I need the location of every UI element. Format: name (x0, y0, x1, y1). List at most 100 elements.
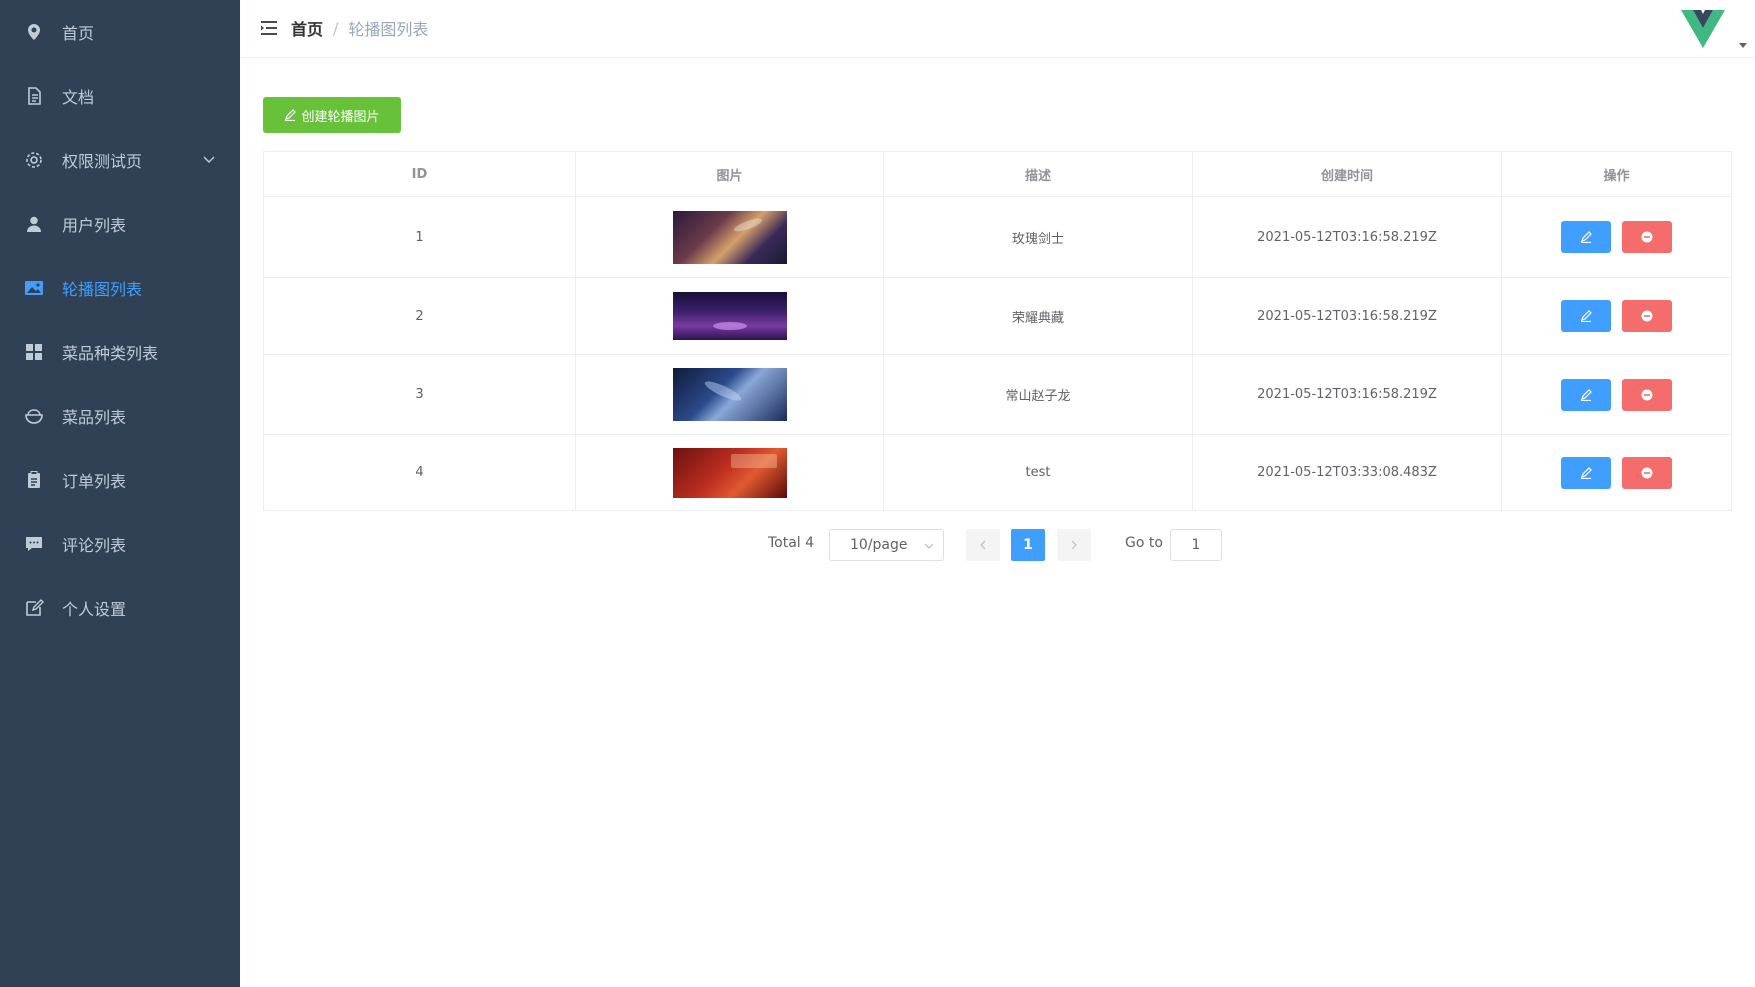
table-header: ID 图片 描述 创建时间 操作 (264, 152, 1731, 197)
document-icon (24, 86, 44, 106)
bowl-icon (24, 406, 44, 426)
sidebar-item-label: 轮播图列表 (62, 280, 143, 299)
delete-button[interactable] (1622, 300, 1672, 332)
sidebar-item-settings[interactable]: 个人设置 (0, 576, 240, 640)
sidebar-item-label: 订单列表 (62, 472, 127, 491)
page-number-button[interactable]: 1 (1011, 529, 1045, 561)
edit-button[interactable] (1561, 378, 1611, 411)
cell-actions (1502, 197, 1731, 277)
table-row: 1 玫瑰剑士 2021-05-12T03:16:58.219Z (264, 197, 1731, 278)
cell-id: 3 (264, 355, 576, 434)
cell-image (576, 197, 884, 277)
create-carousel-button[interactable]: 创建轮播图片 (263, 97, 401, 133)
avatar[interactable] (1679, 6, 1727, 52)
grid-icon (24, 342, 44, 362)
sidebar-item-home[interactable]: 首页 (0, 0, 240, 64)
navbar: 首页 / 轮播图列表 (240, 0, 1755, 58)
sidebar-item-label: 菜品列表 (62, 408, 127, 427)
cell-created-at: 2021-05-12T03:33:08.483Z (1193, 435, 1502, 510)
cell-description: test (884, 435, 1193, 510)
carousel-thumbnail[interactable] (672, 210, 787, 264)
cell-created-at: 2021-05-12T03:16:58.219Z (1193, 355, 1502, 434)
breadcrumb: 首页 / 轮播图列表 (291, 16, 428, 40)
column-header-id: ID (264, 152, 576, 196)
cell-description: 玫瑰剑士 (884, 197, 1193, 277)
sidebar-item-orders[interactable]: 订单列表 (0, 448, 240, 512)
cell-created-at: 2021-05-12T03:16:58.219Z (1193, 278, 1502, 354)
edit-icon (1581, 310, 1592, 322)
main-content: 创建轮播图片 ID 图片 描述 创建时间 操作 1 玫瑰剑士 2021-05-1… (240, 58, 1755, 987)
clipboard-icon (24, 470, 44, 490)
sidebar-item-label: 首页 (62, 24, 95, 43)
delete-button[interactable] (1622, 456, 1672, 489)
gear-icon (24, 150, 44, 170)
sidebar-item-carousel[interactable]: 轮播图列表 (0, 256, 240, 320)
delete-button[interactable] (1622, 378, 1672, 411)
remove-icon (1641, 389, 1653, 400)
prev-page-button[interactable] (966, 529, 1000, 561)
sidebar-item-label: 评论列表 (62, 536, 127, 555)
page-size-value: 10/page (850, 537, 908, 553)
edit-icon (1581, 231, 1592, 243)
cell-created-at: 2021-05-12T03:16:58.219Z (1193, 197, 1502, 277)
carousel-thumbnail[interactable] (672, 292, 787, 340)
table-row: 2 荣耀典藏 2021-05-12T03:16:58.219Z (264, 278, 1731, 355)
cell-id: 2 (264, 278, 576, 354)
sidebar-item-dish-categories[interactable]: 菜品种类列表 (0, 320, 240, 384)
cell-image (576, 278, 884, 354)
cell-actions (1502, 355, 1731, 434)
sidebar-item-comments[interactable]: 评论列表 (0, 512, 240, 576)
edit-button[interactable] (1561, 456, 1611, 489)
edit-icon (1581, 388, 1592, 401)
caret-down-icon[interactable] (1737, 40, 1749, 50)
pagination: Total 4 10/page 1 Go to (240, 529, 1755, 561)
chevron-right-icon (1071, 540, 1077, 550)
cell-description: 荣耀典藏 (884, 278, 1193, 354)
column-header-created-at: 创建时间 (1193, 152, 1502, 196)
breadcrumb-separator: / (333, 18, 339, 38)
edit-button[interactable] (1561, 300, 1611, 332)
cell-id: 1 (264, 197, 576, 277)
delete-button[interactable] (1622, 221, 1672, 253)
sidebar-item-dishes[interactable]: 菜品列表 (0, 384, 240, 448)
remove-icon (1641, 231, 1653, 243)
hamburger-icon[interactable] (258, 17, 280, 39)
chevron-down-icon (924, 543, 934, 549)
sidebar-item-label: 权限测试页 (62, 152, 143, 171)
carousel-thumbnail[interactable] (672, 447, 787, 498)
goto-page-input[interactable] (1170, 529, 1222, 561)
column-header-actions: 操作 (1603, 168, 1630, 184)
sidebar-item-label: 菜品种类列表 (62, 344, 159, 363)
carousel-table: ID 图片 描述 创建时间 操作 1 玫瑰剑士 2021-05-12T03:16… (263, 151, 1732, 511)
column-header-image: 图片 (576, 152, 884, 196)
sidebar-item-users[interactable]: 用户列表 (0, 192, 240, 256)
edit-icon (24, 598, 44, 618)
user-icon (24, 214, 44, 234)
sidebar: 首页 文档 权限测试页 用户列表 轮播图列表 菜品种类列表 菜品列表 订单列表 … (0, 0, 240, 987)
page-size-select[interactable]: 10/page (829, 529, 944, 561)
sidebar-item-label: 用户列表 (62, 216, 127, 235)
goto-label: Go to (1125, 535, 1163, 551)
next-page-button[interactable] (1057, 529, 1091, 561)
pagination-total: Total 4 (768, 535, 815, 551)
column-header-description: 描述 (884, 152, 1193, 196)
table-row: 4 test 2021-05-12T03:33:08.483Z (264, 435, 1731, 511)
picture-icon (24, 278, 44, 298)
cell-actions (1502, 435, 1731, 510)
edit-button[interactable] (1561, 221, 1611, 253)
carousel-thumbnail[interactable] (672, 368, 787, 421)
cell-actions (1502, 278, 1731, 354)
breadcrumb-home[interactable]: 首页 (291, 16, 323, 40)
cell-id: 4 (264, 435, 576, 510)
cell-image (576, 435, 884, 510)
edit-icon (285, 109, 297, 121)
sidebar-item-label: 个人设置 (62, 600, 127, 619)
sidebar-item-permission[interactable]: 权限测试页 (0, 128, 240, 192)
cell-image (576, 355, 884, 434)
edit-icon (1581, 466, 1592, 479)
chevron-down-icon[interactable] (202, 152, 216, 166)
table-row: 3 常山赵子龙 2021-05-12T03:16:58.219Z (264, 355, 1731, 435)
sidebar-item-docs[interactable]: 文档 (0, 64, 240, 128)
chevron-left-icon (980, 540, 986, 550)
location-pin-icon (24, 22, 44, 42)
